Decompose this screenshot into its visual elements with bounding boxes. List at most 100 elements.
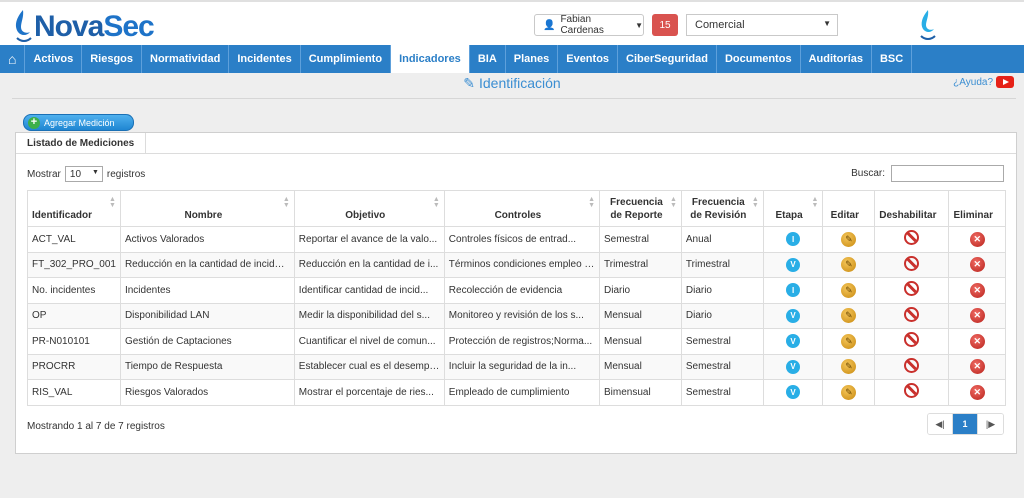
etapa-badge[interactable]: V bbox=[786, 257, 801, 272]
cell-frec-reporte: Diario bbox=[599, 277, 682, 304]
ban-icon[interactable] bbox=[904, 230, 920, 246]
cell-frec-revision: Semestral bbox=[680, 379, 764, 406]
divider bbox=[12, 98, 1016, 99]
table-row: ACT_VAL Activos Valorados Reportar el avan… bbox=[27, 226, 1006, 253]
nav-cumplimiento[interactable]: Cumplimiento bbox=[301, 45, 392, 73]
help-link[interactable]: ¿Ayuda? bbox=[953, 76, 1014, 88]
last-page-button[interactable]: |▶ bbox=[978, 414, 1003, 434]
th-etapa[interactable]: Etapa ▲ ▼ bbox=[762, 190, 824, 227]
th-identificador[interactable]: Identificador ▲ ▼ bbox=[27, 190, 121, 227]
delete-icon[interactable]: ✕ bbox=[969, 359, 985, 375]
nav-bsc[interactable]: BSC bbox=[872, 45, 913, 73]
nav-indicadores[interactable]: Indicadores bbox=[391, 45, 470, 73]
page-1-button[interactable]: 1 bbox=[953, 414, 978, 434]
ban-icon[interactable] bbox=[904, 306, 920, 322]
th-objetivo[interactable]: Objetivo ▲ ▼ bbox=[293, 190, 445, 227]
table-info: Mostrando 1 al 7 de 7 registros bbox=[27, 421, 165, 432]
chevron-down-icon: ▼ bbox=[823, 19, 831, 28]
etapa-badge[interactable]: I bbox=[786, 283, 801, 298]
pencil-icon[interactable]: ✎ bbox=[841, 257, 857, 273]
nav-eventos[interactable]: Eventos bbox=[558, 45, 619, 73]
cell-objetivo: Reducción en la cantidad de i... bbox=[293, 251, 445, 278]
ban-icon[interactable] bbox=[904, 332, 920, 348]
table-row: FT_302_PRO_001 Reducción en la cantidad d… bbox=[27, 251, 1006, 278]
th-editar: Editar bbox=[822, 190, 876, 227]
cell-etapa: V bbox=[762, 328, 824, 355]
delete-icon[interactable]: ✕ bbox=[969, 333, 985, 349]
delete-icon[interactable]: ✕ bbox=[969, 257, 985, 273]
pencil-icon[interactable]: ✎ bbox=[841, 231, 857, 247]
cell-frec-reporte: Bimensual bbox=[599, 379, 682, 406]
nav-planes[interactable]: Planes bbox=[506, 45, 559, 73]
nav-ciberseguridad[interactable]: CiberSeguridad bbox=[618, 45, 717, 73]
cell-nombre: Disponibilidad LAN bbox=[119, 302, 295, 329]
brand-icon bbox=[912, 6, 944, 44]
pencil-icon[interactable]: ✎ bbox=[841, 359, 857, 375]
cell-id: PROCRR bbox=[27, 353, 121, 380]
nav-bia[interactable]: BIA bbox=[470, 45, 506, 73]
cell-frec-revision: Semestral bbox=[680, 328, 764, 355]
pencil-icon[interactable]: ✎ bbox=[841, 384, 857, 400]
user-menu-button[interactable]: 👤 Fabian Cardenas ▼ bbox=[534, 14, 644, 36]
cell-objetivo: Medir la disponibilidad del s... bbox=[293, 302, 445, 329]
cell-frec-reporte: Mensual bbox=[599, 353, 682, 380]
pencil-icon[interactable]: ✎ bbox=[841, 333, 857, 349]
cell-frec-revision: Trimestral bbox=[680, 251, 764, 278]
delete-icon[interactable]: ✕ bbox=[969, 282, 985, 298]
th-frecuencia-revision[interactable]: Frecuencia de Revisión ▲ ▼ bbox=[680, 190, 764, 227]
th-frecuencia-reporte[interactable]: Frecuencia de Reporte ▲ ▼ bbox=[599, 190, 682, 227]
delete-icon[interactable]: ✕ bbox=[969, 384, 985, 400]
add-measurement-label: Agregar Medición bbox=[44, 117, 115, 128]
delete-icon[interactable]: ✕ bbox=[969, 308, 985, 324]
cell-controles: Recolección de evidencia bbox=[443, 277, 601, 304]
pencil-icon[interactable]: ✎ bbox=[841, 308, 857, 324]
cell-frec-revision: Diario bbox=[680, 277, 764, 304]
plus-icon: + bbox=[28, 116, 40, 129]
nav-auditorias[interactable]: Auditorías bbox=[801, 45, 872, 73]
first-page-button[interactable]: ◀| bbox=[928, 414, 953, 434]
nav-incidentes[interactable]: Incidentes bbox=[229, 45, 301, 73]
app-header: NovaSec 👤 Fabian Cardenas ▼ 15 Comercial… bbox=[0, 0, 1024, 45]
ban-icon[interactable] bbox=[904, 383, 920, 399]
nav-normatividad[interactable]: Normatividad bbox=[142, 45, 230, 73]
ban-icon[interactable] bbox=[904, 281, 920, 297]
th-nombre[interactable]: Nombre ▲ ▼ bbox=[119, 190, 295, 227]
etapa-badge[interactable]: I bbox=[786, 232, 801, 247]
ban-icon[interactable] bbox=[904, 255, 920, 271]
novasec-logo[interactable]: NovaSec bbox=[12, 6, 155, 44]
etapa-badge[interactable]: V bbox=[786, 334, 801, 349]
cell-id: No. incidentes bbox=[27, 277, 121, 304]
search-input[interactable] bbox=[891, 165, 1004, 182]
pencil-icon[interactable]: ✎ bbox=[841, 282, 857, 298]
company-select-value: Comercial bbox=[695, 19, 745, 31]
notifications-badge[interactable]: 15 bbox=[652, 14, 678, 36]
cell-frec-reporte: Mensual bbox=[599, 328, 682, 355]
cell-controles: Protección de registros;Norma... bbox=[443, 328, 601, 355]
company-select[interactable]: Comercial ▼ bbox=[686, 14, 838, 36]
table-header-row: Identificador ▲ ▼ Nombre ▲ ▼ Objetivo ▲ ▼ Cont… bbox=[27, 190, 1006, 227]
nav-documentos[interactable]: Documentos bbox=[717, 45, 801, 73]
ban-icon[interactable] bbox=[904, 357, 920, 373]
nav-riesgos[interactable]: Riesgos bbox=[82, 45, 143, 73]
cell-controles: Términos condiciones empleo y... bbox=[443, 251, 601, 278]
nav-activos[interactable]: Activos bbox=[25, 45, 83, 73]
cell-id: ACT_VAL bbox=[27, 226, 121, 253]
etapa-badge[interactable]: V bbox=[786, 385, 801, 400]
etapa-badge[interactable]: V bbox=[786, 308, 801, 323]
table-row: PROCRR Tiempo de Respuesta Establecer cual… bbox=[27, 353, 1006, 380]
cell-etapa: V bbox=[762, 302, 824, 329]
th-controles[interactable]: Controles ▲ ▼ bbox=[443, 190, 601, 227]
etapa-badge[interactable]: V bbox=[786, 359, 801, 374]
cell-nombre: Activos Valorados bbox=[119, 226, 295, 253]
delete-icon[interactable]: ✕ bbox=[969, 231, 985, 247]
cell-frec-reporte: Mensual bbox=[599, 302, 682, 329]
cell-etapa: V bbox=[762, 353, 824, 380]
home-icon[interactable]: ⌂ bbox=[0, 45, 26, 73]
cell-id: RIS_VAL bbox=[27, 379, 121, 406]
page-length-select[interactable]: 10 ▼ bbox=[64, 166, 103, 182]
page-length-control: Mostrar 10 ▼ registros bbox=[27, 166, 145, 182]
add-measurement-button[interactable]: + Agregar Medición bbox=[23, 114, 134, 131]
panel-title: Listado de Mediciones bbox=[16, 133, 1016, 154]
measurements-table: Identificador ▲ ▼ Nombre ▲ ▼ Objetivo ▲ ▼ Cont… bbox=[27, 190, 1006, 406]
page-title-text: Identificación bbox=[479, 75, 561, 91]
